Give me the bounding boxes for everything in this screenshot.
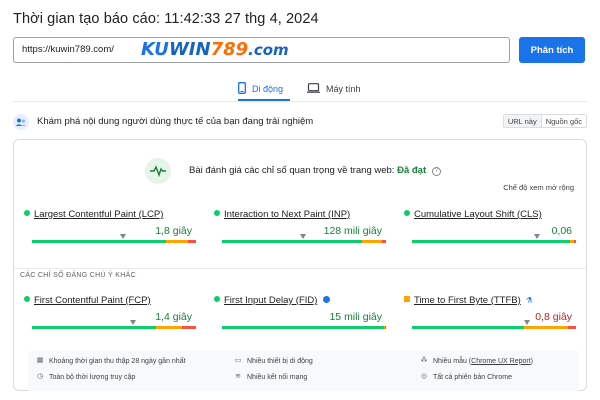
analyze-button[interactable]: Phân tích	[519, 37, 585, 63]
footer-chrome-versions: ◎ Tất cả phiên bản Chrome	[420, 373, 512, 381]
other-metrics-heading: CÁC CHỈ SỐ ĐÁNG CHÚ Ý KHÁC	[20, 272, 136, 279]
distribution-marker	[300, 234, 306, 239]
metric-inp: Interaction to Next Paint (INP) 128 mili…	[214, 209, 390, 249]
good-status-icon	[24, 296, 30, 302]
laptop-icon	[307, 83, 320, 95]
distribution-bar	[222, 240, 386, 243]
metric-fid: First Input Delay (FID) 15 mili giây	[214, 295, 390, 335]
report-time: Thời gian tạo báo cáo: 11:42:33 27 thg 4…	[13, 11, 319, 27]
metric-ttfb-name[interactable]: Time to First Byte (TTFB) ⚗	[404, 295, 533, 306]
discover-row: Khám phá nội dung người dùng thực tế của…	[13, 114, 587, 130]
metric-fid-name[interactable]: First Input Delay (FID)	[214, 295, 331, 306]
metric-ttfb-value: 0,8 giây	[535, 311, 572, 323]
smartphone-icon	[238, 82, 246, 96]
distribution-bar	[32, 240, 196, 243]
footer-full-duration: ◷ Toàn bộ thời lượng truy cập	[36, 373, 136, 381]
footer-samples: ⁂ Nhiều mẫu (Chrome UX Report)	[420, 357, 534, 365]
footer-collection-period: ▦ Khoảng thời gian thu thập 28 ngày gần n…	[36, 357, 186, 365]
discover-text: Khám phá nội dung người dùng thực tế của…	[37, 116, 314, 127]
kuwin-logo: KUWIN789.com	[141, 39, 289, 60]
good-status-icon	[214, 210, 220, 216]
distribution-marker	[130, 320, 136, 325]
footer-network: ≋ Nhiều kết nối mạng	[235, 373, 308, 381]
collection-info-footer: ▦ Khoảng thời gian thu thập 28 ngày gần n…	[28, 351, 578, 391]
samples-icon: ⁂	[420, 357, 428, 364]
url-input-value[interactable]: https://kuwin789.com/	[22, 44, 114, 55]
info-icon[interactable]: ?	[431, 167, 441, 176]
metric-cls-value: 0,06	[551, 225, 572, 237]
metric-cls-name[interactable]: Cumulative Layout Shift (CLS)	[404, 209, 542, 220]
metric-lcp-name[interactable]: Largest Contentful Paint (LCP)	[24, 209, 163, 220]
distribution-marker	[524, 320, 530, 325]
timer-icon: ◷	[36, 373, 44, 380]
metric-fcp-value: 1,4 giây	[155, 311, 192, 323]
tab-mobile-label: Di động	[252, 84, 284, 94]
metric-lcp: Largest Contentful Paint (LCP) 1,8 giây	[24, 209, 200, 249]
cwv-assessment: Bài đánh giá các chỉ số quan trọng về tr…	[189, 165, 441, 176]
metric-fid-value: 15 mili giây	[329, 311, 382, 323]
tab-mobile[interactable]: Di động	[238, 78, 283, 100]
tab-desktop-label: Máy tính	[326, 84, 361, 94]
field-data-card: Bài đánh giá các chỉ số quan trọng về tr…	[13, 139, 587, 391]
distribution-bar	[222, 326, 386, 329]
metric-lcp-value: 1,8 giây	[155, 225, 192, 237]
assessment-result: Đã đạt	[397, 165, 427, 176]
users-icon	[13, 114, 29, 130]
url-input[interactable]: https://kuwin789.com/ KUWIN789.com	[13, 37, 510, 63]
metric-fcp-name[interactable]: First Contentful Paint (FCP)	[24, 295, 151, 306]
good-status-icon	[404, 210, 410, 216]
distribution-bar	[32, 326, 196, 329]
needs-improvement-status-icon	[404, 296, 410, 302]
distribution-bar	[412, 326, 576, 329]
good-status-icon	[24, 210, 30, 216]
url-origin-toggle: URL này Nguồn gốc	[502, 114, 587, 128]
metric-cls: Cumulative Layout Shift (CLS) 0,06	[404, 209, 580, 249]
vitals-pulse-icon	[145, 158, 171, 184]
expanded-view-toggle[interactable]: Chế độ xem mở rộng	[503, 183, 574, 192]
calendar-icon: ▦	[36, 357, 44, 364]
metric-ttfb: Time to First Byte (TTFB) ⚗ 0,8 giây	[404, 295, 580, 335]
section-divider	[14, 268, 586, 269]
distribution-marker	[120, 234, 126, 239]
deprecated-info-icon[interactable]	[323, 296, 331, 303]
tab-desktop[interactable]: Máy tính	[307, 78, 361, 100]
metric-inp-value: 128 mili giây	[323, 225, 382, 237]
chrome-icon: ◎	[420, 373, 428, 380]
devices-icon: ▭	[234, 357, 242, 364]
distribution-marker	[534, 234, 540, 239]
chrome-ux-report-link[interactable]: Chrome UX Report	[471, 358, 531, 365]
tabs-divider	[13, 101, 587, 102]
wifi-icon: ≋	[235, 373, 241, 380]
metric-fcp: First Contentful Paint (FCP) 1,4 giây	[24, 295, 200, 335]
toggle-this-url[interactable]: URL này	[503, 115, 542, 127]
metric-inp-name[interactable]: Interaction to Next Paint (INP)	[214, 209, 350, 220]
distribution-bar	[412, 240, 576, 243]
footer-devices: ▭ Nhiều thiết bị di động	[234, 357, 313, 365]
toggle-origin[interactable]: Nguồn gốc	[542, 115, 586, 127]
good-status-icon	[214, 296, 220, 302]
experimental-flask-icon: ⚗	[525, 296, 533, 305]
